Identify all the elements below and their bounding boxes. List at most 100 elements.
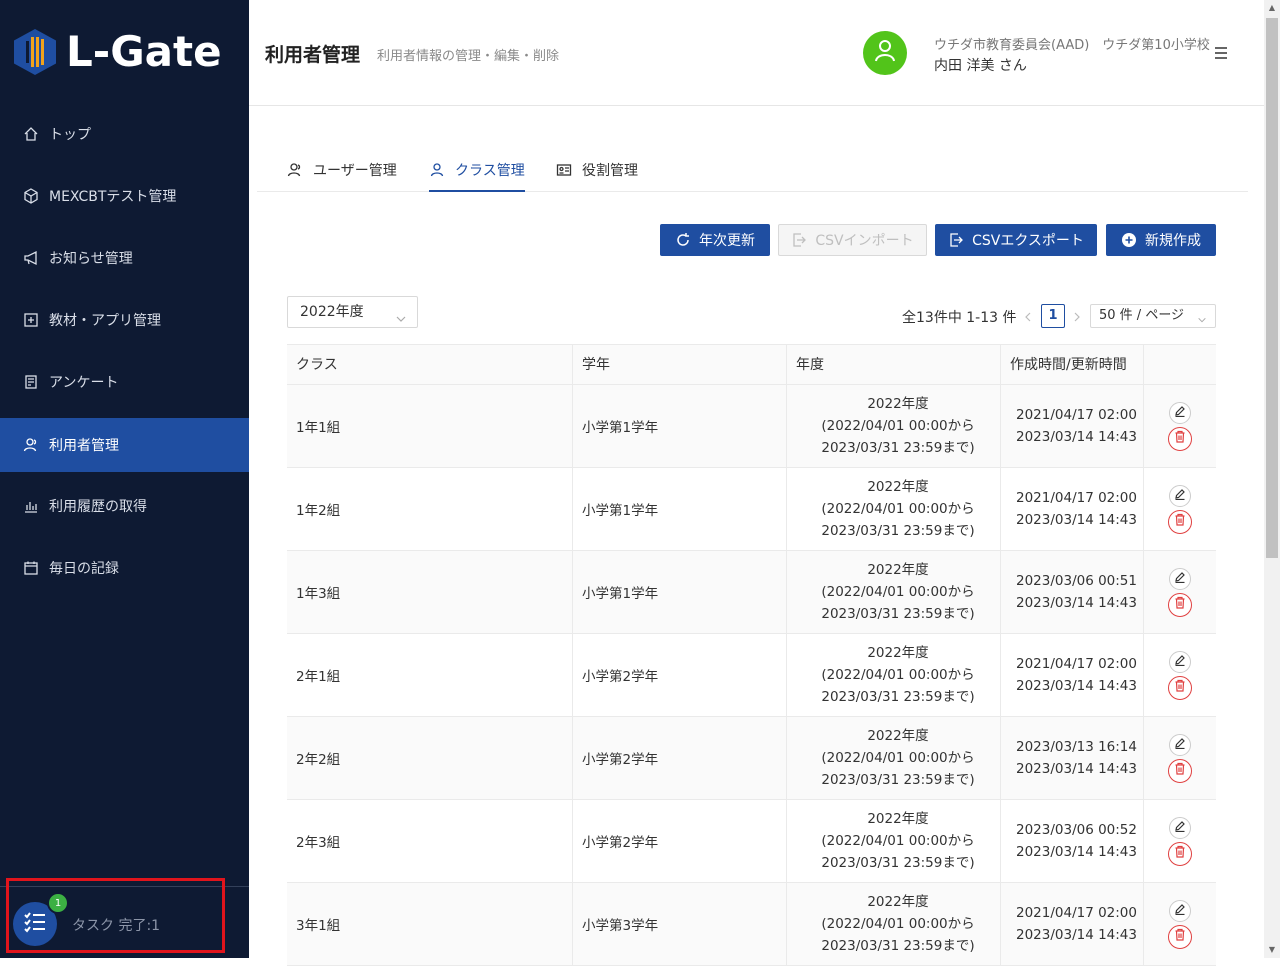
sidebar-item-label: 利用者管理 bbox=[49, 438, 119, 454]
delete-button[interactable] bbox=[1168, 509, 1192, 534]
export-icon bbox=[948, 232, 964, 248]
edit-icon bbox=[1174, 654, 1186, 670]
table-row: 1年2組 小学第1学年 2022年度 (2022/04/01 00:00から 2… bbox=[287, 468, 1216, 551]
scrollbar[interactable]: ▲ ▼ bbox=[1264, 0, 1280, 958]
current-page-button[interactable]: 1 bbox=[1041, 304, 1065, 328]
table-row: 1年1組 小学第1学年 2022年度 (2022/04/01 00:00から 2… bbox=[287, 385, 1216, 468]
create-new-label: 新規作成 bbox=[1145, 233, 1201, 249]
timestamp-cell: 2021/04/17 02:00 2023/03/14 14:43 bbox=[1001, 634, 1144, 716]
created-time: 2023/03/06 00:52 bbox=[1015, 822, 1137, 838]
annual-update-button[interactable]: 年次更新 bbox=[660, 224, 770, 256]
logo[interactable]: L-Gate bbox=[14, 28, 222, 76]
year-cell: 2022年度 (2022/04/01 00:00から 2023/03/31 23… bbox=[787, 385, 1001, 467]
year-select[interactable]: 2022年度 bbox=[287, 296, 418, 328]
created-time: 2023/03/13 16:14 bbox=[1015, 739, 1137, 755]
users-icon bbox=[22, 436, 40, 454]
edit-button[interactable] bbox=[1169, 733, 1191, 756]
year-end: 2023/03/31 23:59まで) bbox=[821, 606, 975, 622]
csv-import-button[interactable]: CSVインポート bbox=[778, 224, 927, 256]
grade-name: 小学第1学年 bbox=[582, 420, 659, 436]
chevron-down-icon bbox=[395, 306, 407, 322]
page-size-select[interactable]: 50 件 / ページ bbox=[1090, 304, 1216, 328]
delete-button[interactable] bbox=[1168, 758, 1192, 783]
delete-button[interactable] bbox=[1168, 924, 1192, 949]
timestamp-cell: 2023/03/06 00:52 2023/03/14 14:43 bbox=[1001, 800, 1144, 882]
class-name: 1年1組 bbox=[296, 420, 341, 436]
prev-page-icon[interactable] bbox=[1022, 309, 1034, 323]
delete-button[interactable] bbox=[1168, 426, 1192, 451]
chevron-down-icon bbox=[1197, 311, 1207, 323]
year-label: 2022年度 bbox=[867, 645, 929, 661]
edit-button[interactable] bbox=[1169, 401, 1191, 424]
year-cell: 2022年度 (2022/04/01 00:00から 2023/03/31 23… bbox=[787, 717, 1001, 799]
created-time: 2021/04/17 02:00 bbox=[1015, 656, 1137, 672]
year-cell: 2022年度 (2022/04/01 00:00から 2023/03/31 23… bbox=[787, 883, 1001, 965]
tab-role-management[interactable]: 役割管理 bbox=[556, 160, 638, 192]
trash-icon bbox=[1174, 596, 1186, 613]
logo-mark-icon bbox=[14, 29, 56, 75]
trash-icon bbox=[1174, 845, 1186, 862]
timestamp-cell: 2021/04/17 02:00 2023/03/14 14:43 bbox=[1001, 385, 1144, 467]
create-new-button[interactable]: 新規作成 bbox=[1106, 224, 1216, 256]
timestamp-cell: 2021/04/17 02:00 2023/03/14 14:43 bbox=[1001, 883, 1144, 965]
sidebar-item-label: 利用履歴の取得 bbox=[49, 499, 147, 515]
csv-export-button[interactable]: CSVエクスポート bbox=[935, 224, 1097, 256]
delete-button[interactable] bbox=[1168, 675, 1192, 700]
scroll-up-icon[interactable]: ▲ bbox=[1264, 0, 1280, 16]
year-start: (2022/04/01 00:00から bbox=[821, 833, 975, 849]
timestamp-cell: 2021/04/17 02:00 2023/03/14 14:43 bbox=[1001, 468, 1144, 550]
sidebar-item-history[interactable]: 利用履歴の取得 bbox=[0, 479, 249, 533]
year-label: 2022年度 bbox=[867, 396, 929, 412]
sidebar-item-users[interactable]: 利用者管理 bbox=[0, 418, 249, 472]
created-time: 2023/03/06 00:51 bbox=[1015, 573, 1137, 589]
scroll-thumb[interactable] bbox=[1266, 18, 1278, 558]
avatar[interactable] bbox=[863, 31, 907, 75]
sidebar-item-mexcbt[interactable]: MEXCBTテスト管理 bbox=[0, 169, 249, 223]
updated-time: 2023/03/14 14:43 bbox=[1015, 678, 1137, 694]
tab-class-management[interactable]: クラス管理 bbox=[429, 160, 525, 192]
year-start: (2022/04/01 00:00から bbox=[821, 418, 975, 434]
class-cell: 1年1組 bbox=[287, 385, 573, 467]
sidebar-item-notices[interactable]: お知らせ管理 bbox=[0, 231, 249, 285]
year-cell: 2022年度 (2022/04/01 00:00から 2023/03/31 23… bbox=[787, 800, 1001, 882]
edit-button[interactable] bbox=[1169, 650, 1191, 673]
year-start: (2022/04/01 00:00から bbox=[821, 916, 975, 932]
edit-button[interactable] bbox=[1169, 899, 1191, 922]
sidebar-item-label: 教材・アプリ管理 bbox=[49, 313, 161, 329]
sidebar-item-daily-record[interactable]: 毎日の記録 bbox=[0, 541, 249, 595]
delete-button[interactable] bbox=[1168, 841, 1192, 866]
tab-bar: ユーザー管理 クラス管理 役割管理 bbox=[257, 150, 1248, 192]
table-row: 2年1組 小学第2学年 2022年度 (2022/04/01 00:00から 2… bbox=[287, 634, 1216, 717]
updated-time: 2023/03/14 14:43 bbox=[1015, 429, 1137, 445]
id-card-icon bbox=[556, 162, 572, 178]
updated-time: 2023/03/14 14:43 bbox=[1015, 512, 1137, 528]
sidebar-item-materials[interactable]: 教材・アプリ管理 bbox=[0, 293, 249, 347]
edit-icon bbox=[1174, 903, 1186, 919]
grade-name: 小学第2学年 bbox=[582, 669, 659, 685]
scroll-down-icon[interactable]: ▼ bbox=[1264, 942, 1280, 958]
updated-time: 2023/03/14 14:43 bbox=[1015, 844, 1137, 860]
organization-name: ウチダ市教育委員会(AAD) ウチダ第10小学校 bbox=[934, 38, 1210, 53]
edit-button[interactable] bbox=[1169, 816, 1191, 839]
delete-button[interactable] bbox=[1168, 592, 1192, 617]
sidebar-item-survey[interactable]: アンケート bbox=[0, 355, 249, 409]
calendar-icon bbox=[22, 559, 40, 577]
logo-text: L-Gate bbox=[66, 27, 222, 76]
grade-cell: 小学第1学年 bbox=[573, 551, 787, 633]
table-row: 1年3組 小学第1学年 2022年度 (2022/04/01 00:00から 2… bbox=[287, 551, 1216, 634]
next-page-icon[interactable] bbox=[1071, 309, 1083, 323]
pagination-total: 全13件中 1-13 件 bbox=[902, 310, 1017, 326]
edit-button[interactable] bbox=[1169, 567, 1191, 590]
class-name: 2年2組 bbox=[296, 752, 341, 768]
tab-user-management[interactable]: ユーザー管理 bbox=[287, 160, 397, 192]
hamburger-menu-icon[interactable] bbox=[1212, 44, 1230, 62]
actions-cell bbox=[1144, 883, 1216, 965]
trash-icon bbox=[1174, 513, 1186, 530]
sidebar-item-top[interactable]: トップ bbox=[0, 107, 249, 161]
table-row: 2年2組 小学第2学年 2022年度 (2022/04/01 00:00から 2… bbox=[287, 717, 1216, 800]
edit-button[interactable] bbox=[1169, 484, 1191, 507]
task-status-text: タスク 完了:1 bbox=[72, 918, 161, 934]
table-body: 1年1組 小学第1学年 2022年度 (2022/04/01 00:00から 2… bbox=[287, 385, 1216, 966]
grade-name: 小学第2学年 bbox=[582, 835, 659, 851]
grade-cell: 小学第2学年 bbox=[573, 717, 787, 799]
